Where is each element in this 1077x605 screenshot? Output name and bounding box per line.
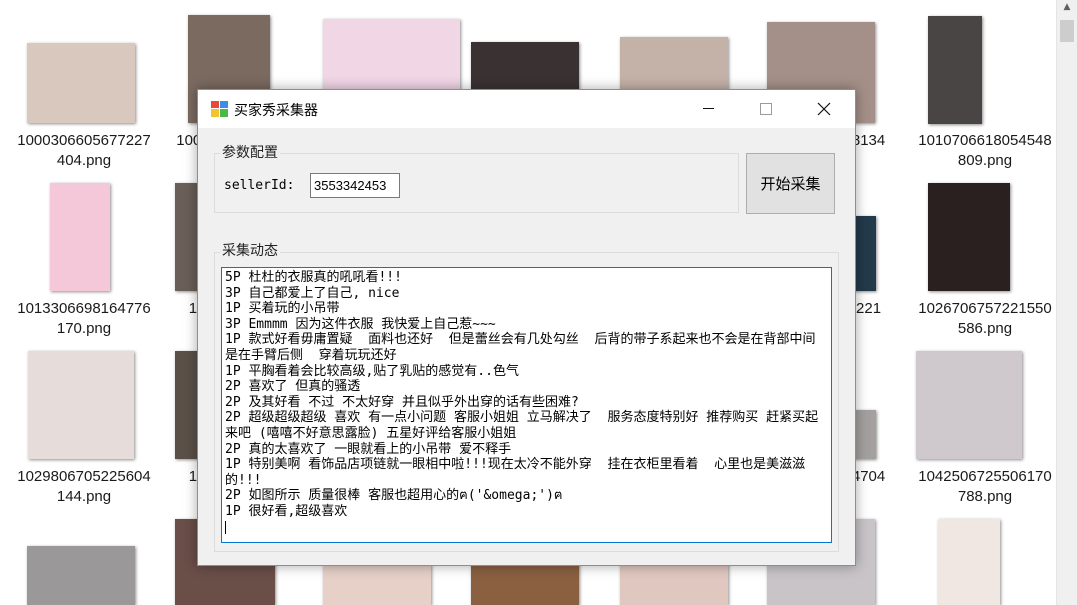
- file-name-label: 1010706618054548809.png: [918, 132, 1052, 169]
- log-line: 2P 超级超级超级 喜欢 有一点小问题 客服小姐姐 立马解决了 服务态度特别好 …: [225, 410, 819, 441]
- title-bar[interactable]: 买家秀采集器: [198, 90, 855, 128]
- log-line: 2P 及其好看 不过 不太好穿 并且似乎外出穿的话有些困难?: [225, 394, 579, 410]
- close-icon: [817, 102, 831, 116]
- log-line: 5P 杜杜的衣服真的吼吼看!!!: [225, 270, 402, 285]
- log-line: 1P 款式好看毋庸置疑 面料也还好 但是蕾丝会有几处勾丝 后背的带子系起来也不会…: [225, 332, 832, 363]
- maximize-icon: [760, 103, 772, 115]
- file-name-label: 1000306605677227404.png: [17, 132, 151, 169]
- log-line: 1P 特别美啊 看饰品店项链就一眼相中啦!!!现在太冷不能外穿 挂在衣柜里看着 …: [225, 457, 806, 488]
- file-thumbnail[interactable]: [28, 351, 134, 459]
- file-name-label: 1042506725506170788.png: [918, 468, 1052, 505]
- file-thumbnail[interactable]: [928, 183, 1010, 291]
- collector-window: 买家秀采集器 参数配置 sellerId: 开始采集 采集动态 5P 杜杜的衣服…: [197, 89, 856, 566]
- file-thumbnail[interactable]: [928, 16, 982, 124]
- sellerid-label: sellerId:: [224, 178, 295, 193]
- file-thumbnail[interactable]: [916, 351, 1022, 459]
- log-line: 2P 如图所示 质量很棒 客服也超用心的ฅ('&omega;')ฅ: [225, 488, 563, 504]
- file-thumbnail[interactable]: [27, 43, 135, 123]
- file-thumbnail[interactable]: [50, 183, 110, 291]
- start-collect-button[interactable]: 开始采集: [746, 153, 835, 214]
- log-line: 3P Emmmm 因为这件衣服 我快爱上自己惹~~~: [225, 316, 496, 332]
- log-line: 2P 真的太喜欢了 一眼就看上的小吊带 爱不释手: [225, 441, 512, 457]
- log-line: 1P 平胸看着会比较高级,贴了乳贴的感觉有..色气: [225, 363, 519, 379]
- log-line: 1P 买着玩的小吊带: [225, 301, 340, 317]
- minimize-icon: [703, 108, 714, 109]
- file-thumbnail[interactable]: [938, 519, 1000, 605]
- log-line: 1P 很好看,超级喜欢: [225, 503, 348, 519]
- file-name-label: 1029806705225604144.png: [17, 468, 151, 505]
- text-caret: [225, 520, 226, 534]
- file-thumbnail[interactable]: [27, 546, 135, 605]
- scroll-up-arrow-icon[interactable]: ▲: [1057, 2, 1077, 18]
- sellerid-input[interactable]: [310, 173, 400, 198]
- log-textarea[interactable]: 5P 杜杜的衣服真的吼吼看!!! 3P 自己都爱上了自己, nice 1P 买着玩的…: [221, 267, 832, 543]
- scroll-thumb[interactable]: [1060, 20, 1074, 42]
- window-title: 买家秀采集器: [234, 103, 318, 119]
- param-group-title: 参数配置: [220, 142, 280, 162]
- close-button[interactable]: [801, 90, 847, 128]
- file-name-label: 1026706757221550586.png: [918, 300, 1052, 337]
- log-line: 2P 喜欢了 但真的骚透: [225, 379, 361, 395]
- log-group-title: 采集动态: [220, 240, 280, 260]
- minimize-button[interactable]: [686, 90, 732, 128]
- app-icon: [211, 101, 228, 117]
- log-line: 3P 自己都爱上了自己, nice: [225, 285, 400, 301]
- file-name-label: 1013306698164776170.png: [17, 300, 151, 337]
- maximize-button[interactable]: [743, 90, 789, 128]
- vertical-scrollbar[interactable]: ▲: [1056, 0, 1077, 605]
